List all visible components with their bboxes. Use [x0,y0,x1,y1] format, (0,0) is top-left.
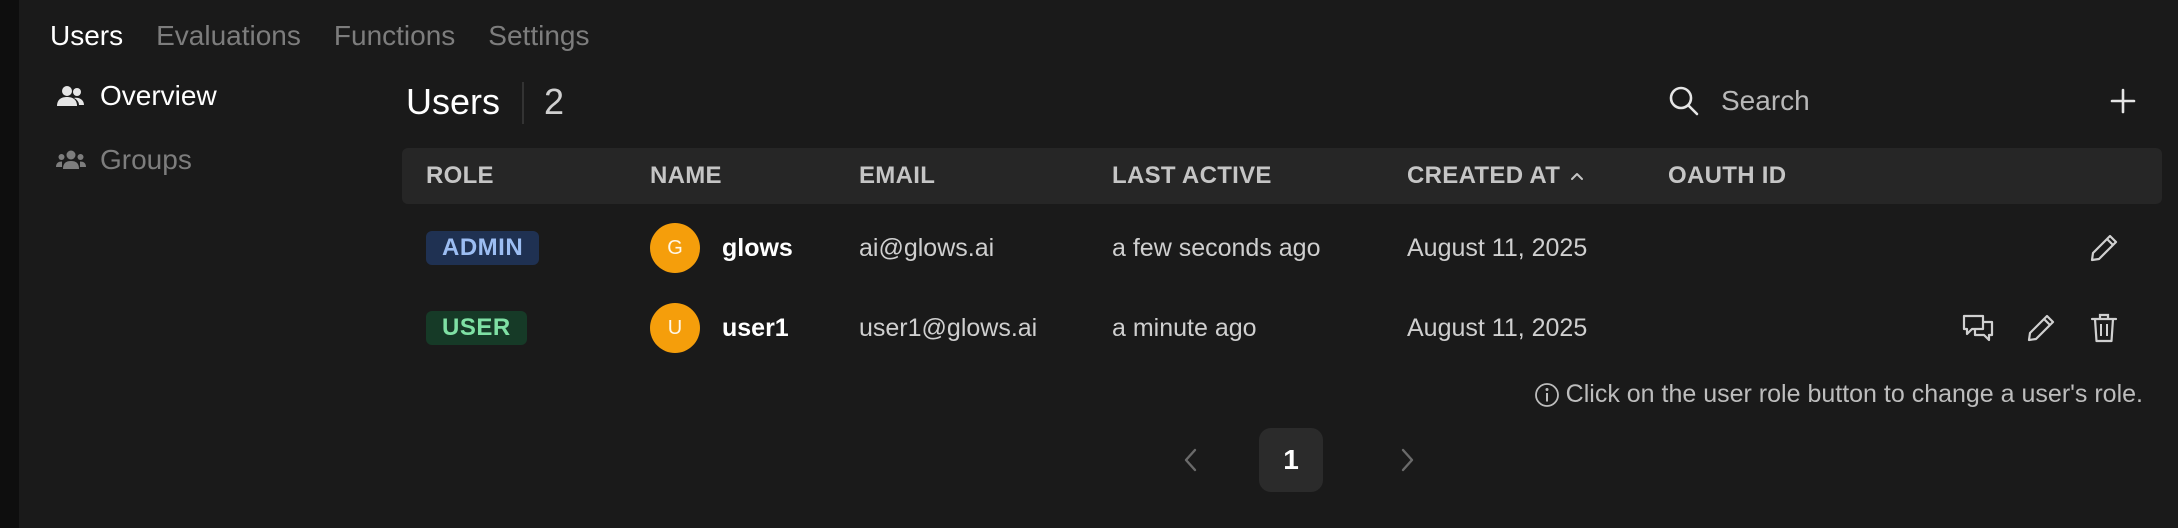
sidebar: Overview Groups [56,76,217,204]
user-count: 2 [544,81,565,122]
sidebar-item-label: Overview [100,80,217,111]
tab-users[interactable]: Users [50,18,123,54]
created-at-cell: August 11, 2025 [1407,313,1588,342]
sidebar-item-label: Groups [100,144,192,175]
column-header-oauth-id[interactable]: OAUTH ID [1668,148,1786,204]
tab-evaluations[interactable]: Evaluations [156,18,301,54]
window-left-edge [0,0,19,528]
column-header-last-active[interactable]: LAST ACTIVE [1112,148,1272,204]
last-active-cell: a few seconds ago [1112,233,1321,262]
edit-user-button[interactable] [2086,230,2122,266]
tab-settings[interactable]: Settings [488,18,589,54]
search-icon [1667,84,1701,118]
avatar: U [650,303,700,353]
delete-user-button[interactable] [2086,310,2122,346]
page-title: Users [406,81,501,122]
chevron-right-icon [1401,448,1414,472]
role-hint-text: Click on the user role button to change … [1565,380,2143,408]
table-header: ROLE NAME EMAIL LAST ACTIVE CREATED AT O… [402,148,2162,204]
pagination: 1 [1159,428,1439,492]
plus-icon [2110,88,2136,114]
role-cell: ADMIN [426,208,540,288]
avatar: G [650,223,700,273]
admin-panel: Users Evaluations Functions Settings Ove… [19,0,2178,528]
sort-ascending-icon [1571,173,1584,180]
name-cell: G glows [650,208,793,288]
trash-icon [2090,313,2118,343]
role-cell: USER [426,288,527,368]
user-name: glows [722,233,793,262]
next-page-button[interactable] [1375,428,1439,492]
previous-page-button[interactable] [1159,428,1223,492]
groups-icon [56,147,88,173]
info-icon [1534,382,1559,407]
sidebar-item-groups[interactable]: Groups [56,140,217,180]
title-divider [522,82,524,124]
table-row: ADMIN G glows ai@glows.ai a few seconds … [402,208,2162,288]
email-cell: ai@glows.ai [859,233,995,262]
column-header-email[interactable]: EMAIL [859,148,935,204]
chat-user-button[interactable] [1960,310,1996,346]
search-bar [1667,84,2051,118]
last-active-cell: a minute ago [1112,313,1257,342]
chat-icon [1962,314,1994,342]
users-icon [56,83,88,109]
edit-icon [2090,234,2118,262]
user-name: user1 [722,313,789,342]
email-cell: user1@glows.ai [859,313,1038,342]
sidebar-item-overview[interactable]: Overview [56,76,217,116]
role-badge-admin[interactable]: ADMIN [426,231,540,265]
role-badge-user[interactable]: USER [426,311,527,345]
page-button-current[interactable]: 1 [1259,428,1323,492]
tab-functions[interactable]: Functions [334,18,455,54]
role-hint: Click on the user role button to change … [1534,380,2143,409]
edit-user-button[interactable] [2023,310,2059,346]
chevron-left-icon [1184,448,1197,472]
column-header-label: CREATED AT [1407,162,1561,189]
column-header-role[interactable]: ROLE [426,148,494,204]
column-header-created-at[interactable]: CREATED AT [1407,148,1584,204]
column-header-name[interactable]: NAME [650,148,722,204]
search-input[interactable] [1721,85,2051,117]
add-user-button[interactable] [2106,84,2140,118]
name-cell: U user1 [650,288,789,368]
top-tabs: Users Evaluations Functions Settings [50,18,589,54]
edit-icon [2027,314,2055,342]
created-at-cell: August 11, 2025 [1407,233,1588,262]
table-row: USER U user1 user1@glows.ai a minute ago… [402,288,2162,368]
